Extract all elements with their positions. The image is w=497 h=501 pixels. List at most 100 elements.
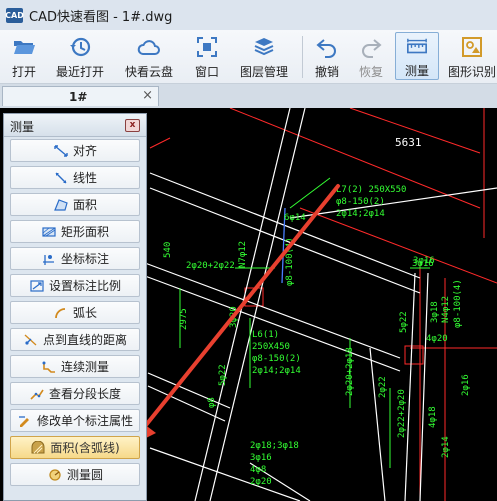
tab-close-icon[interactable]: ×: [142, 88, 153, 103]
rebar-text: 4φ20: [426, 334, 448, 344]
measure-rect-area-label: 矩形面积: [60, 225, 109, 239]
app-logo-icon: CAD: [5, 7, 24, 23]
tab-label: 1#: [69, 90, 88, 104]
rebar-text: L7(2) 250X550: [336, 185, 406, 195]
undo-icon: [316, 39, 336, 58]
open-label: 打开: [11, 65, 36, 79]
recent-open-label: 最近打开: [55, 65, 104, 79]
align-measure-icon: [54, 144, 68, 157]
point-line-icon: [24, 334, 37, 345]
rebar-text: 2φ16: [461, 374, 471, 396]
annotation-arrow: [130, 184, 340, 446]
measure-button[interactable]: 测量: [395, 32, 439, 80]
redo-label: 恢复: [358, 65, 383, 79]
measure-rect-area-button[interactable]: 矩形面积: [10, 220, 140, 243]
window-label: 窗口: [194, 65, 219, 79]
rebar-text: φ8: [207, 397, 217, 408]
segment-length-label: 查看分段长度: [48, 387, 121, 401]
coordinate-icon: [42, 254, 54, 265]
rebar-text: 4φ8: [250, 465, 266, 475]
rebar-text: N7φ12: [238, 241, 248, 268]
rebar-text: 2φ20: [250, 477, 272, 487]
rebar-text: 6φ14: [284, 213, 306, 223]
beam-line: [419, 272, 429, 501]
rebar-text: 250X450: [252, 342, 290, 352]
linear-measure-icon: [55, 172, 67, 183]
panel-close-icon[interactable]: x: [125, 119, 140, 132]
rebar-text: 5φ22: [399, 311, 409, 333]
continuous-measure-button[interactable]: 连续测量: [10, 355, 140, 378]
rebar-text: 2φ20+2φ22: [186, 261, 235, 271]
window-button[interactable]: 窗口: [190, 32, 224, 80]
rect-area-icon: [42, 226, 56, 237]
redo-icon: [362, 39, 382, 58]
shape-recognition-button[interactable]: 图形识别: [447, 32, 497, 80]
measure-area-button[interactable]: 面积: [10, 193, 140, 216]
segment-length-button[interactable]: 查看分段长度: [10, 382, 140, 405]
axis-line: [149, 137, 171, 149]
coordinate-annotation-button[interactable]: 坐标标注: [10, 247, 140, 270]
segment-length-icon: [30, 389, 44, 400]
rebar-text: N4φ12: [441, 296, 451, 323]
history-icon: [70, 37, 91, 57]
cloud-disk-label: 快看云盘: [124, 65, 173, 79]
rebar-text: 3φ16: [413, 256, 435, 266]
arc-area-icon: [31, 440, 45, 453]
main-toolbar: 打开 最近打开 快看云盘 窗口 图层管理 撤销 恢复 测量 图形识别: [0, 30, 497, 84]
undo-button[interactable]: 撤销: [310, 32, 344, 80]
rebar-text: 3φ16: [250, 453, 272, 463]
measure-circle-label: 测量圆: [66, 468, 103, 482]
rebar-text: 4φ18: [428, 406, 438, 428]
circle-measure-icon: [49, 468, 61, 481]
scale-icon: [30, 279, 44, 292]
rebar-text: 2φ22: [378, 376, 388, 398]
coordinate-annotation-label: 坐标标注: [60, 252, 109, 266]
area-icon: [54, 198, 68, 211]
measure-align-button[interactable]: 对齐: [10, 139, 140, 162]
measure-label: 测量: [404, 64, 429, 78]
window-title: CAD快速看图 - 1#.dwg: [29, 9, 173, 25]
continuous-measure-icon: [42, 361, 55, 373]
edit-dimension-button[interactable]: 修改单个标注属性: [10, 409, 140, 432]
edit-dimension-label: 修改单个标注属性: [36, 414, 133, 428]
set-scale-button[interactable]: 设置标注比例: [10, 274, 140, 297]
arc-length-icon: [55, 307, 66, 318]
cloud-icon: [137, 40, 160, 55]
redo-button[interactable]: 恢复: [354, 32, 388, 80]
rebar-text: φ8-150(2): [336, 197, 385, 207]
recent-open-button[interactable]: 最近打开: [52, 32, 108, 80]
measure-linear-button[interactable]: 线性: [10, 166, 140, 189]
rebar-text: 5φ22: [218, 364, 228, 386]
window-icon: [197, 37, 217, 57]
ruler-icon: [407, 38, 427, 54]
panel-title: 测量: [10, 120, 35, 134]
arc-length-button[interactable]: 弧长: [10, 301, 140, 324]
rebar-text: 2φ14;2φ14: [336, 209, 385, 219]
set-scale-label: 设置标注比例: [48, 279, 121, 293]
panel-header: 测量 x: [4, 114, 146, 137]
dimension-text: 5631: [395, 136, 422, 149]
document-tabs: 1# ×: [0, 84, 497, 108]
rebar-text: L6(1): [252, 330, 279, 340]
point-to-line-button[interactable]: 点到直线的距离: [10, 328, 140, 351]
measure-area-label: 面积: [72, 198, 97, 212]
rebar-text: φ8-100(4): [453, 279, 463, 328]
measure-linear-label: 线性: [72, 171, 97, 185]
tab-1[interactable]: 1# ×: [2, 86, 159, 106]
layer-manager-button[interactable]: 图层管理: [236, 32, 292, 80]
rebar-text: 2φ14;2φ14: [252, 366, 301, 376]
axis-line: [299, 207, 497, 284]
folder-open-icon: [14, 41, 35, 54]
toolbar-separator: [302, 36, 303, 78]
measure-panel: 测量 x 对齐 线性 面积 矩形面积 坐标标注 设置标注比例 弧长 点到直线的距…: [3, 113, 147, 501]
shape-recognize-icon: [462, 37, 482, 57]
shape-recognition-label: 图形识别: [447, 65, 496, 79]
layer-manager-label: 图层管理: [239, 65, 288, 79]
cloud-disk-button[interactable]: 快看云盘: [120, 32, 178, 80]
arc-area-button[interactable]: 面积(含弧线): [10, 436, 140, 459]
beam-line: [149, 447, 301, 501]
measure-circle-button[interactable]: 测量圆: [10, 463, 140, 486]
open-button[interactable]: 打开: [6, 32, 42, 80]
rebar-text: 2φ14: [441, 436, 451, 458]
rebar-text: 2φ20+2φ18: [345, 347, 355, 396]
